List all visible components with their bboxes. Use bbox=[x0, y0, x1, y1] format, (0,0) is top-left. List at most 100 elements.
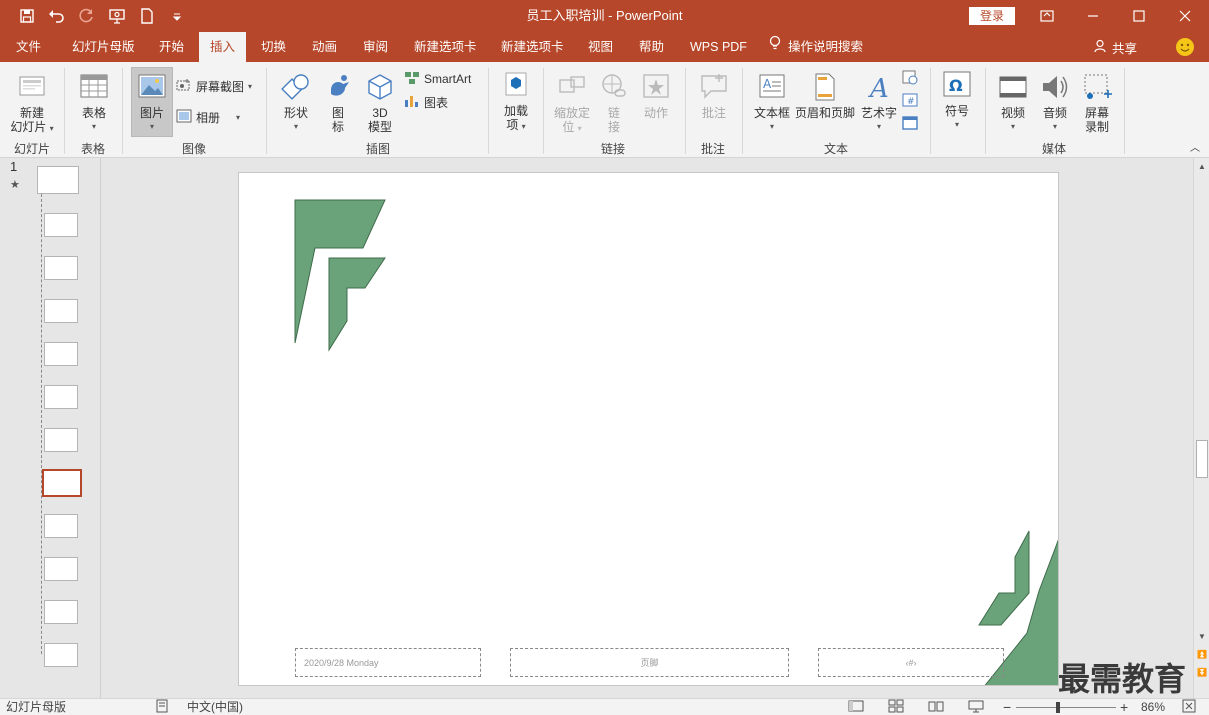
notes-icon[interactable] bbox=[155, 699, 169, 715]
slide-number-button[interactable]: # bbox=[902, 91, 918, 111]
next-slide-icon[interactable]: ⏬ bbox=[1196, 666, 1208, 680]
collapse-ribbon-icon[interactable]: ︿ bbox=[1188, 142, 1202, 156]
zoom-button[interactable]: 缩放定 位 ▾ bbox=[550, 72, 594, 136]
status-bar: 幻灯片母版 中文(中国) − + 86% bbox=[0, 698, 1209, 715]
screen-recording-label-1: 屏幕 bbox=[1084, 106, 1109, 120]
share-button[interactable]: 共享 bbox=[1094, 32, 1137, 62]
scroll-down-icon[interactable]: ▼ bbox=[1196, 630, 1208, 644]
redo-icon[interactable] bbox=[72, 0, 102, 32]
footer-placeholder[interactable]: 页脚 bbox=[510, 648, 789, 677]
scroll-up-icon[interactable]: ▲ bbox=[1196, 160, 1208, 174]
reading-view-icon[interactable] bbox=[928, 699, 944, 715]
header-footer-button[interactable]: 页眉和页脚 bbox=[795, 72, 855, 120]
wordart-button[interactable]: A 艺术字 ▾ bbox=[860, 72, 898, 134]
ribbon-tabs: 文件 幻灯片母版 开始 插入 切换 动画 审阅 新建选项卡 新建选项卡 视图 帮… bbox=[0, 32, 1209, 62]
date-time-button[interactable] bbox=[902, 68, 918, 88]
new-slide-button[interactable]: 新建 幻灯片 ▾ bbox=[6, 72, 58, 136]
zoom-level[interactable]: 86% bbox=[1141, 699, 1165, 715]
audio-button[interactable]: 音频 ▾ bbox=[1036, 72, 1074, 134]
tab-transitions[interactable]: 切换 bbox=[251, 32, 296, 62]
close-icon[interactable] bbox=[1162, 0, 1208, 32]
tell-me-search[interactable]: 操作说明搜索 bbox=[768, 32, 863, 62]
minimize-icon[interactable] bbox=[1070, 0, 1116, 32]
slide-sorter-icon[interactable] bbox=[888, 699, 904, 715]
tab-slide-master[interactable]: 幻灯片母版 bbox=[62, 32, 145, 62]
layout-thumbnail[interactable] bbox=[44, 299, 78, 323]
tab-wps-pdf[interactable]: WPS PDF bbox=[680, 32, 757, 62]
layout-thumbnail[interactable] bbox=[44, 385, 78, 409]
layout-thumbnail[interactable] bbox=[44, 428, 78, 452]
zoom-out-icon[interactable]: − bbox=[1003, 699, 1011, 715]
comment-button[interactable]: 批注 bbox=[694, 72, 734, 120]
3d-models-button[interactable]: 3D 模型 bbox=[362, 72, 398, 134]
layout-thumbnail[interactable] bbox=[44, 557, 78, 581]
textbox-button[interactable]: A 文本框 ▾ bbox=[752, 72, 792, 134]
language-label[interactable]: 中文(中国) bbox=[187, 699, 243, 715]
photo-album-button[interactable]: 相册 ▾ bbox=[176, 107, 240, 127]
vertical-scrollbar[interactable]: ▲ ▼ ⏫ ⏬ bbox=[1193, 158, 1209, 698]
tab-insert[interactable]: 插入 bbox=[199, 32, 246, 62]
tab-new-tab-1[interactable]: 新建选项卡 bbox=[404, 32, 487, 62]
link-button[interactable]: 链 接 bbox=[598, 72, 630, 134]
maximize-icon[interactable] bbox=[1116, 0, 1162, 32]
picture-button[interactable]: 图片 ▾ bbox=[131, 67, 173, 137]
layout-thumbnail[interactable] bbox=[44, 643, 78, 667]
tab-help[interactable]: 帮助 bbox=[629, 32, 674, 62]
symbol-button[interactable]: Ω 符号 ▾ bbox=[938, 70, 976, 132]
date-placeholder[interactable]: 2020/9/28 Monday bbox=[295, 648, 481, 677]
icons-label-1: 图 bbox=[331, 106, 344, 120]
save-icon[interactable] bbox=[12, 0, 42, 32]
tell-me-label: 操作说明搜索 bbox=[788, 40, 864, 54]
customize-qat-icon[interactable] bbox=[162, 0, 192, 32]
new-file-icon[interactable] bbox=[132, 0, 162, 32]
chart-icon bbox=[404, 94, 420, 111]
group-separator bbox=[122, 68, 123, 154]
slideshow-icon[interactable] bbox=[968, 699, 984, 715]
icons-button[interactable]: 图 标 bbox=[322, 72, 354, 134]
screen-recording-button[interactable]: 屏幕 录制 bbox=[1078, 72, 1116, 134]
scroll-thumb[interactable] bbox=[1196, 440, 1208, 478]
group-label-comments: 批注 bbox=[700, 142, 725, 156]
login-button[interactable]: 登录 bbox=[969, 7, 1015, 25]
ribbon-display-options-icon[interactable] bbox=[1024, 0, 1070, 32]
screen-recording-label-2: 录制 bbox=[1084, 120, 1109, 134]
layout-thumbnail[interactable] bbox=[44, 600, 78, 624]
addins-button[interactable]: 加载 项 ▾ bbox=[496, 70, 536, 134]
normal-view-icon[interactable] bbox=[848, 699, 864, 715]
slide-number-placeholder[interactable]: ‹#› bbox=[818, 648, 1004, 677]
smartart-button[interactable]: SmartArt bbox=[404, 69, 471, 89]
table-button[interactable]: 表格 ▾ bbox=[72, 72, 116, 134]
tab-review[interactable]: 审阅 bbox=[353, 32, 398, 62]
comment-label: 批注 bbox=[701, 106, 726, 120]
screenshot-button[interactable]: 屏幕截图 ▾ bbox=[176, 76, 252, 96]
layout-thumbnail[interactable] bbox=[44, 514, 78, 538]
master-thumbnail[interactable] bbox=[37, 166, 79, 194]
layout-thumbnail[interactable] bbox=[44, 256, 78, 280]
tab-animations[interactable]: 动画 bbox=[302, 32, 347, 62]
video-label: 视频 bbox=[1000, 106, 1025, 120]
layout-thumbnail[interactable] bbox=[44, 213, 78, 237]
zoom-in-icon[interactable]: + bbox=[1120, 699, 1128, 715]
feedback-smiley-icon[interactable] bbox=[1176, 38, 1194, 56]
zoom-slider-track[interactable] bbox=[1016, 707, 1116, 708]
action-button[interactable]: 动作 bbox=[638, 72, 674, 120]
tab-new-tab-2[interactable]: 新建选项卡 bbox=[491, 32, 574, 62]
object-button[interactable] bbox=[902, 114, 918, 134]
shapes-button[interactable]: 形状 ▾ bbox=[276, 72, 316, 134]
present-from-start-icon[interactable] bbox=[102, 0, 132, 32]
fit-to-window-icon[interactable] bbox=[1182, 699, 1196, 715]
tab-view[interactable]: 视图 bbox=[578, 32, 623, 62]
zoom-slider-thumb[interactable] bbox=[1056, 702, 1060, 713]
zoom-label-1: 缩放定 bbox=[553, 106, 590, 120]
tab-home[interactable]: 开始 bbox=[149, 32, 194, 62]
tab-file[interactable]: 文件 bbox=[6, 32, 51, 62]
layout-thumbnail[interactable] bbox=[44, 342, 78, 366]
undo-icon[interactable] bbox=[42, 0, 72, 32]
3d-models-label-2: 模型 bbox=[367, 120, 392, 134]
chart-button[interactable]: 图表 bbox=[404, 92, 448, 112]
slide[interactable]: 2020/9/28 Monday 页脚 ‹#› bbox=[238, 172, 1059, 686]
group-separator bbox=[742, 68, 743, 154]
previous-slide-icon[interactable]: ⏫ bbox=[1196, 648, 1208, 662]
layout-thumbnail-selected[interactable] bbox=[42, 469, 82, 497]
video-button[interactable]: 视频 ▾ bbox=[994, 72, 1032, 134]
